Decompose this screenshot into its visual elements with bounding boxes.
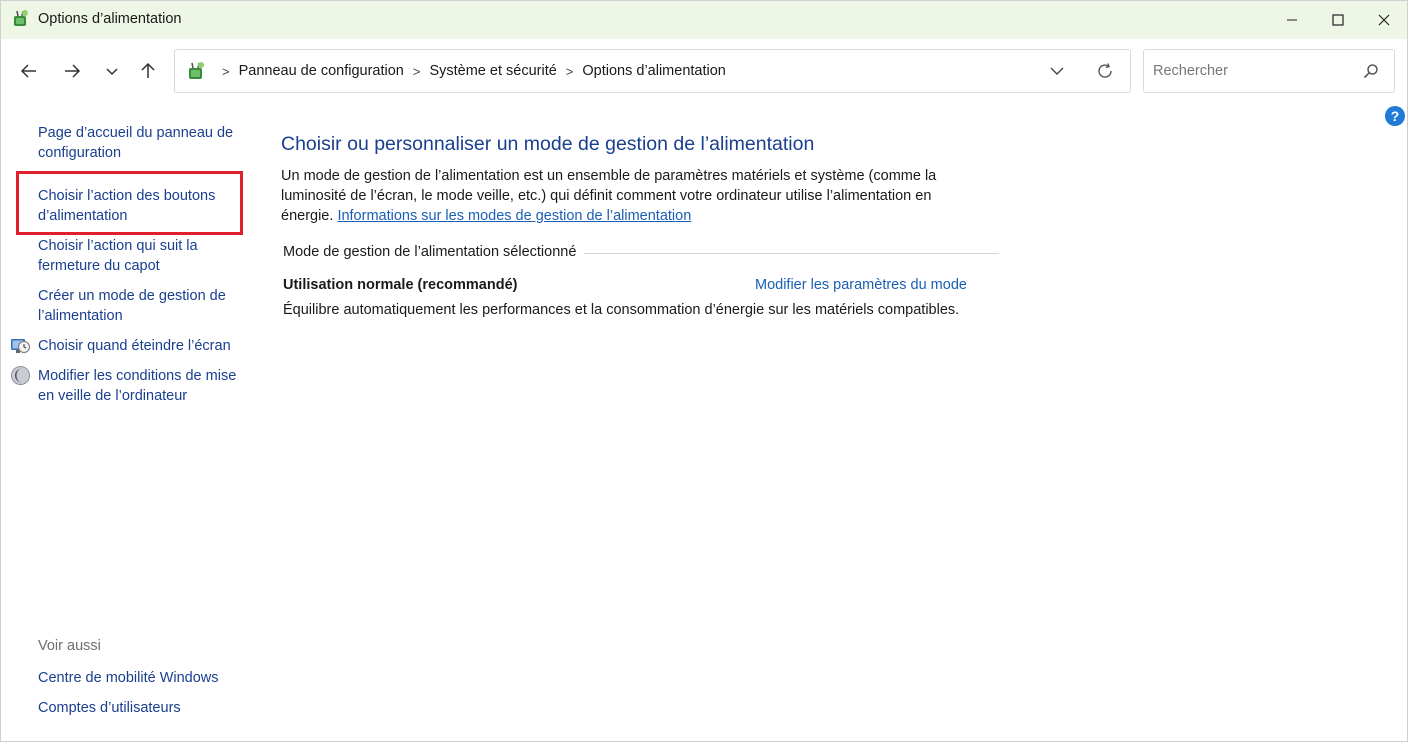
chevron-down-icon [106,68,118,76]
minimize-button[interactable] [1269,1,1315,39]
see-also-mobility-center[interactable]: Centre de mobilité Windows [38,668,243,688]
refresh-button[interactable] [1094,60,1116,82]
forward-button[interactable] [58,57,86,85]
navigation-bar: > Panneau de configuration > Système et … [1,39,1407,103]
display-clock-icon [11,339,30,353]
control-panel-icon [189,62,204,79]
search-icon[interactable] [1362,62,1380,80]
window: Options d’alimentation > Panneau de conf… [0,0,1408,742]
breadcrumb-separator[interactable]: > [566,64,574,79]
window-title: Options d’alimentation [38,11,182,27]
close-icon [1378,14,1390,26]
page-description: Un mode de gestion de l’alimentation est… [281,166,981,226]
breadcrumb-item[interactable]: Options d’alimentation [582,63,725,79]
search-box[interactable] [1143,49,1395,93]
minimize-icon [1287,19,1297,21]
see-also-user-accounts[interactable]: Comptes d’utilisateurs [38,698,243,718]
sidebar-item-lid-close[interactable]: Choisir l’action qui suit la fermeture d… [38,236,243,276]
breadcrumb: > Panneau de configuration > Système et … [213,50,726,92]
address-bar[interactable]: > Panneau de configuration > Système et … [174,49,1131,93]
sidebar-item-create-plan[interactable]: Créer un mode de gestion de l’alimentati… [38,286,243,326]
change-plan-settings-link[interactable]: Modifier les paramètres du mode [755,277,967,293]
search-input[interactable] [1144,50,1354,92]
sidebar-home-link[interactable]: Page d’accueil du panneau de configurati… [38,123,243,163]
breadcrumb-separator[interactable]: > [222,64,230,79]
arrow-right-icon [65,64,81,78]
page-title: Choisir ou personnaliser un mode de gest… [281,133,815,155]
refresh-icon [1098,63,1112,78]
moon-icon [11,366,30,385]
breadcrumb-item[interactable]: Système et sécurité [429,63,556,79]
sidebar-item-turn-off-display[interactable]: Choisir quand éteindre l’écran [38,336,243,356]
see-also-heading: Voir aussi [38,638,101,654]
address-dropdown-button[interactable] [1046,60,1068,82]
maximize-button[interactable] [1315,1,1361,39]
close-button[interactable] [1361,1,1407,39]
chevron-down-icon [1050,67,1064,75]
help-icon[interactable]: ? [1385,106,1405,126]
back-button[interactable] [15,57,43,85]
plan-description: Équilibre automatiquement les performanc… [283,302,960,318]
power-options-icon [14,10,28,26]
sidebar: Page d’accueil du panneau de configurati… [1,103,251,742]
up-button[interactable] [134,57,162,85]
section-label: Mode de gestion de l’alimentation sélect… [283,244,585,260]
arrow-up-icon [141,62,155,78]
sidebar-item-sleep-settings[interactable]: Modifier les conditions de mise en veill… [38,366,243,406]
maximize-icon [1332,14,1344,26]
arrow-left-icon [20,64,36,78]
power-plans-info-link[interactable]: Informations sur les modes de gestion de… [337,208,691,224]
sidebar-item-power-buttons[interactable]: Choisir l’action des boutons d’alimentat… [38,186,243,226]
title-bar: Options d’alimentation [1,1,1407,39]
plan-name: Utilisation normale (recommandé) [283,277,518,293]
breadcrumb-item[interactable]: Panneau de configuration [239,63,404,79]
recent-locations-button[interactable] [98,57,126,85]
breadcrumb-separator[interactable]: > [413,64,421,79]
